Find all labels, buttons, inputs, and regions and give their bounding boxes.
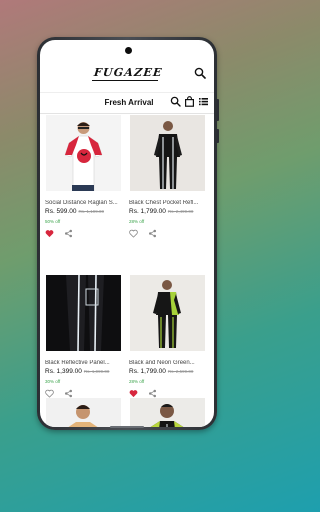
heart-icon[interactable] bbox=[129, 389, 138, 398]
discount-label: 50% off bbox=[45, 219, 61, 224]
product-price: Rs. 1,799.00 Rs. 2,499.00 bbox=[129, 208, 207, 215]
original-price: Rs. 2,599.00 bbox=[167, 369, 194, 374]
search-icon[interactable] bbox=[194, 67, 206, 79]
share-icon[interactable] bbox=[148, 389, 157, 398]
product-card[interactable] bbox=[129, 398, 207, 427]
product-card[interactable] bbox=[45, 398, 123, 427]
product-card[interactable]: Social Distance Raglan S... Rs. 599.00 Rs… bbox=[45, 115, 123, 238]
original-price: Rs. 1,999.00 bbox=[83, 369, 110, 374]
product-image[interactable] bbox=[46, 274, 121, 352]
product-card[interactable]: Black and Neon Green... Rs. 1,799.00 Rs. … bbox=[129, 275, 207, 398]
product-name: Social Distance Raglan S... bbox=[45, 200, 118, 206]
product-image[interactable] bbox=[130, 275, 205, 351]
product-card[interactable]: Black Chest Pocket Refl... Rs. 1,799.00 R… bbox=[129, 115, 207, 238]
sale-price: Rs. 1,799.00 bbox=[129, 368, 166, 375]
heart-icon[interactable] bbox=[45, 229, 54, 238]
product-name: Black and Neon Green... bbox=[129, 360, 195, 366]
shopping-bag-icon[interactable] bbox=[184, 96, 195, 107]
app-header: FUGAZEE bbox=[40, 58, 214, 86]
product-price: Rs. 1,399.00 Rs. 1,999.00 bbox=[45, 368, 123, 375]
discount-label: 28% off bbox=[129, 219, 145, 224]
sale-price: Rs. 599.00 bbox=[45, 208, 77, 215]
card-actions bbox=[129, 229, 207, 238]
original-price: Rs. 2,499.00 bbox=[167, 209, 194, 214]
product-name: Black Reflective Panel... bbox=[45, 360, 110, 366]
original-price: Rs. 1,199.00 bbox=[78, 209, 104, 214]
discount-label: 28% off bbox=[129, 379, 145, 384]
share-icon[interactable] bbox=[64, 229, 73, 238]
section-bar: Fresh Arrival bbox=[40, 92, 214, 114]
logo-underline bbox=[92, 80, 158, 81]
product-image[interactable] bbox=[46, 398, 121, 427]
product-price: Rs. 599.00 Rs. 1,199.00 bbox=[45, 208, 123, 215]
search-icon[interactable] bbox=[170, 96, 181, 107]
power-button bbox=[216, 129, 219, 143]
product-name: Black Chest Pocket Refl... bbox=[129, 200, 199, 206]
list-view-icon[interactable] bbox=[198, 96, 209, 107]
phone-frame: FUGAZEE Fresh Arrival Social Distance Ra… bbox=[37, 37, 219, 430]
front-camera bbox=[125, 47, 132, 54]
home-indicator bbox=[110, 426, 144, 428]
heart-icon[interactable] bbox=[129, 229, 138, 238]
app-screen: FUGAZEE Fresh Arrival Social Distance Ra… bbox=[40, 40, 214, 427]
product-image[interactable] bbox=[130, 115, 205, 191]
card-actions bbox=[45, 389, 123, 398]
product-image[interactable] bbox=[130, 398, 205, 427]
volume-button bbox=[216, 99, 219, 121]
section-actions bbox=[170, 96, 209, 107]
discount-label: 30% off bbox=[45, 379, 61, 384]
sale-price: Rs. 1,399.00 bbox=[45, 368, 82, 375]
brand-logo[interactable]: FUGAZEE bbox=[93, 66, 163, 79]
share-icon[interactable] bbox=[148, 229, 157, 238]
card-actions bbox=[45, 229, 123, 238]
product-card[interactable]: Black Reflective Panel... Rs. 1,399.00 Rs… bbox=[45, 274, 123, 398]
product-price: Rs. 1,799.00 Rs. 2,599.00 bbox=[129, 368, 207, 375]
sale-price: Rs. 1,799.00 bbox=[129, 208, 166, 215]
share-icon[interactable] bbox=[64, 389, 73, 398]
card-actions bbox=[129, 389, 207, 398]
heart-icon[interactable] bbox=[45, 389, 54, 398]
product-image[interactable] bbox=[46, 115, 121, 192]
